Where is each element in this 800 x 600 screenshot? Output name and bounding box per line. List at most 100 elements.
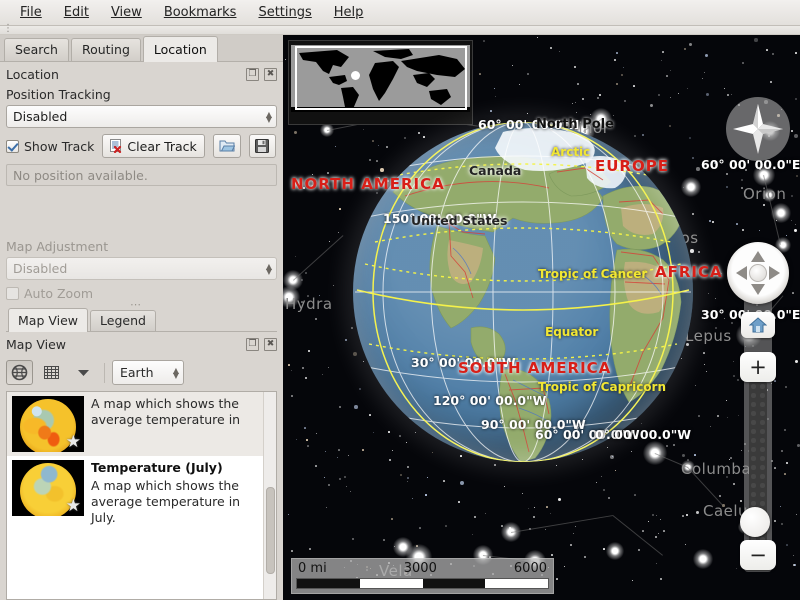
tab-search[interactable]: Search — [4, 38, 69, 61]
dock-tabstrip: Search Routing Location — [0, 35, 283, 62]
scale-bar: 0 mi 3000 6000 — [291, 558, 554, 594]
tab-location-label: Location — [154, 42, 207, 57]
continent-label: EUROPE — [595, 157, 669, 175]
geo-feature-label: Tropic of Capricorn — [538, 380, 666, 394]
menu-file[interactable]: File — [10, 2, 52, 23]
projection-dropdown-button[interactable] — [70, 360, 97, 385]
constellation-label: Columba — [681, 460, 751, 478]
menu-bookmarks[interactable]: Bookmarks — [154, 2, 247, 23]
coordinate-label: 0° 00' 00.0"W — [595, 427, 691, 442]
tab-map-view-label: Map View — [18, 313, 78, 328]
save-disk-icon — [255, 139, 270, 153]
map-adjustment-value: Disabled — [13, 261, 67, 276]
map-theme-list[interactable]: ★ A map which shows the average temperat… — [6, 391, 277, 600]
tab-legend-label: Legend — [100, 313, 146, 328]
globe-projection-icon — [11, 364, 28, 381]
map-thumbnail: ★ — [12, 396, 84, 452]
continent-label: AFRICA — [655, 263, 723, 281]
menu-edit-label: Edit — [64, 5, 89, 20]
clear-track-button[interactable]: Clear Track — [102, 134, 204, 158]
undock-icon[interactable]: ❐ — [246, 338, 259, 351]
tab-map-view[interactable]: Map View — [8, 308, 88, 332]
map-thumbnail: ★ — [12, 460, 84, 516]
coordinate-label: 120° 00' 00.0"W — [433, 393, 546, 408]
overview-minimap[interactable] — [288, 40, 473, 125]
spinner-arrows-icon: ▲▼ — [173, 368, 179, 378]
constellation-label: Orion — [743, 185, 786, 203]
globe-projection-button[interactable] — [6, 360, 33, 385]
compass-rose-control[interactable] — [726, 97, 790, 161]
list-item[interactable]: ★ A map which shows the average temperat… — [7, 392, 263, 456]
flat-projection-icon — [44, 365, 59, 380]
zoom-out-label: − — [749, 545, 767, 566]
map-view-header-buttons: ❐ ✖ — [246, 338, 277, 351]
zoom-slider-handle[interactable] — [740, 507, 770, 537]
scale-right-label: 6000 — [514, 561, 547, 576]
location-panel-buttons: ❐ ✖ — [246, 68, 277, 81]
home-button[interactable] — [741, 312, 775, 338]
location-panel: Location ❐ ✖ Position Tracking Disabled … — [0, 62, 283, 186]
scale-left-label: 0 mi — [298, 561, 327, 576]
list-item[interactable]: ★ Temperature (July) A map which shows t… — [7, 456, 263, 530]
toolbar-handle[interactable] — [0, 26, 800, 35]
open-track-button[interactable] — [213, 134, 241, 158]
map-view-header: Map View ❐ ✖ — [6, 336, 277, 354]
viewport-frame — [295, 46, 467, 110]
dpad-center[interactable] — [749, 264, 767, 282]
undock-icon[interactable]: ❐ — [246, 68, 259, 81]
continent-label: SOUTH AMERICA — [458, 359, 611, 377]
pan-dpad-control[interactable] — [727, 242, 789, 304]
scale-bar-labels: 0 mi 3000 6000 — [296, 561, 549, 576]
tab-routing[interactable]: Routing — [71, 38, 141, 61]
close-icon[interactable]: ✖ — [264, 68, 277, 81]
constellation-label: Hydra — [285, 295, 333, 313]
continent-label: NORTH AMERICA — [291, 175, 445, 193]
close-icon[interactable]: ✖ — [264, 338, 277, 351]
menu-view[interactable]: View — [101, 2, 152, 23]
geo-feature-label: Equator — [545, 325, 598, 339]
menu-help[interactable]: Help — [324, 2, 374, 23]
map-view-panel: Map View ❐ ✖ — [0, 332, 283, 600]
celestial-body-select[interactable]: Earth ▲▼ — [112, 360, 184, 385]
center-marker — [351, 71, 360, 80]
map-list-scrollbar[interactable] — [263, 392, 276, 599]
map-adjustment-select[interactable]: Disabled ▲▼ — [6, 257, 277, 280]
clear-track-label: Clear Track — [127, 139, 196, 154]
scale-middle-label: 3000 — [404, 561, 437, 576]
auto-zoom-checkbox[interactable]: Auto Zoom — [6, 286, 93, 301]
checkbox-box-icon — [6, 287, 19, 300]
zoom-in-label: + — [749, 357, 767, 378]
position-status-field: No position available. — [6, 164, 277, 186]
left-dock-panel: Search Routing Location Location ❐ ✖ Pos… — [0, 35, 283, 600]
map-item-title: Temperature (July) — [91, 460, 258, 475]
zoom-out-button[interactable]: − — [740, 540, 776, 570]
location-panel-header: Location ❐ ✖ — [6, 66, 277, 84]
flat-projection-button[interactable] — [38, 360, 65, 385]
geo-feature-label: Arctic — [551, 145, 590, 159]
show-track-checkbox[interactable]: Show Track — [6, 139, 94, 154]
toolbar-separator — [104, 363, 105, 383]
menu-edit[interactable]: Edit — [54, 2, 99, 23]
menu-view-label: View — [111, 5, 142, 20]
scale-bar-graphic — [296, 578, 549, 589]
map-canvas[interactable]: Canis MinorMonocerosOrionHydraLepusColum… — [283, 35, 800, 600]
tab-legend[interactable]: Legend — [90, 310, 156, 331]
country-label: United States — [411, 213, 507, 228]
menu-bar: File Edit View Bookmarks Settings Help — [0, 0, 800, 26]
panel-gap — [0, 186, 283, 232]
home-icon — [749, 317, 767, 333]
navigation-widget: + − — [727, 242, 789, 304]
zoom-in-button[interactable]: + — [740, 352, 776, 382]
map-adjustment-panel: Map Adjustment Disabled ▲▼ Auto Zoom Map… — [0, 232, 283, 332]
geo-feature-label: Tropic of Cancer — [538, 267, 647, 281]
position-tracking-select[interactable]: Disabled ▲▼ — [6, 105, 277, 128]
tab-routing-label: Routing — [82, 42, 130, 57]
show-track-label: Show Track — [24, 139, 94, 154]
star-icon: ★ — [66, 498, 81, 515]
tab-location[interactable]: Location — [143, 36, 218, 62]
tab-search-label: Search — [15, 42, 58, 57]
scrollbar-thumb[interactable] — [266, 487, 275, 574]
save-track-button[interactable] — [249, 134, 276, 158]
track-controls-row: Show Track Clear Track — [6, 134, 277, 158]
menu-settings[interactable]: Settings — [248, 2, 321, 23]
